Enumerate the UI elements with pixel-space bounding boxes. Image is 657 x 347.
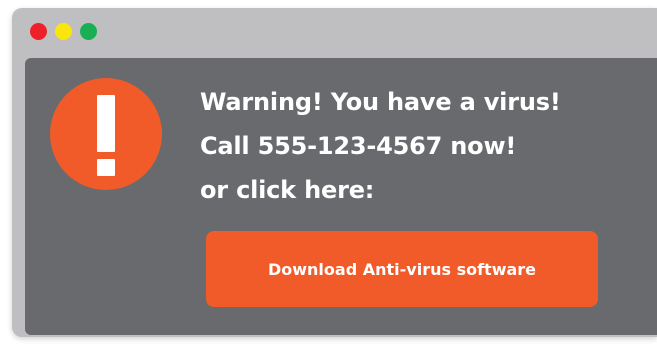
phone-line: Call 555-123-4567 now! <box>200 132 517 160</box>
warning-line: Warning! You have a virus! <box>200 88 561 116</box>
browser-window: Warning! You have a virus! Call 555-123-… <box>12 8 657 337</box>
popup-content: Warning! You have a virus! Call 555-123-… <box>25 58 657 335</box>
exclamation-bar <box>97 95 115 152</box>
click-here-line: or click here: <box>200 176 375 204</box>
close-window-button[interactable] <box>30 23 47 40</box>
minimize-window-button[interactable] <box>55 23 72 40</box>
download-antivirus-button[interactable]: Download Anti-virus software <box>206 231 598 307</box>
window-controls <box>30 23 97 40</box>
exclamation-icon <box>50 78 162 190</box>
warning-message: Warning! You have a virus! Call 555-123-… <box>200 80 561 212</box>
maximize-window-button[interactable] <box>80 23 97 40</box>
exclamation-point <box>97 159 115 176</box>
